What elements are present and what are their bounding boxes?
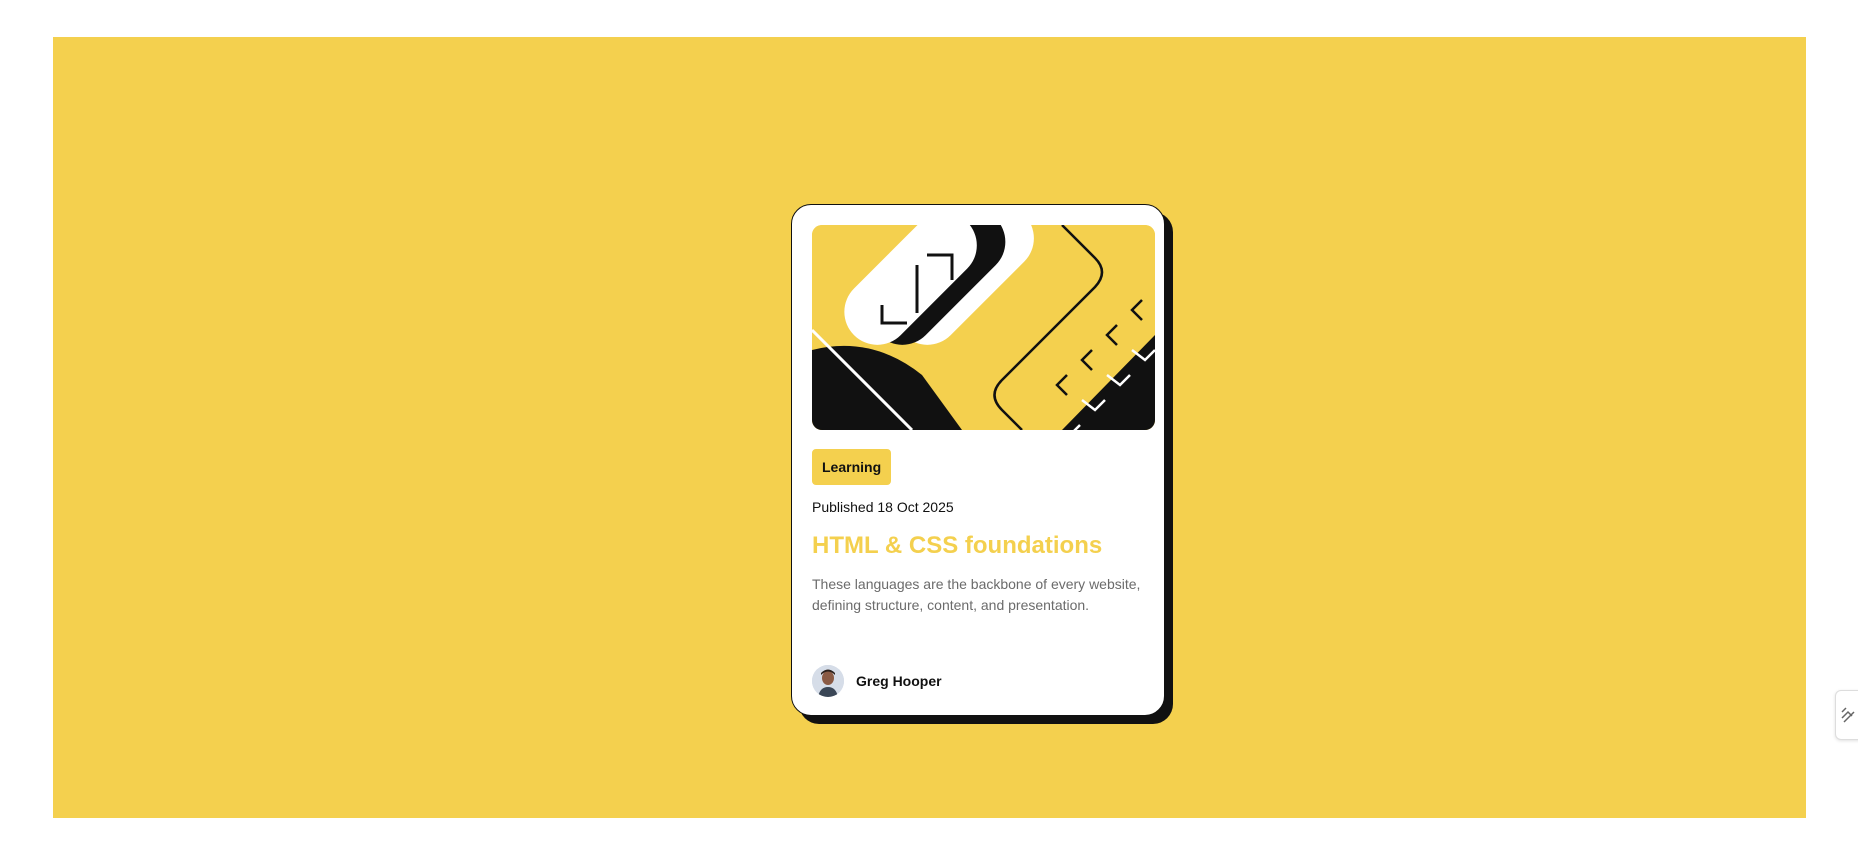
- category-tag[interactable]: Learning: [812, 449, 892, 485]
- page-background: Learning Published 18 Oct 2025 HTML & CS…: [53, 37, 1806, 818]
- author[interactable]: Greg Hooper: [812, 665, 942, 697]
- published-date: Published 18 Oct 2025: [812, 499, 954, 515]
- side-panel-handle[interactable]: [1835, 690, 1858, 740]
- card-illustration: [812, 225, 1155, 430]
- card-title[interactable]: HTML & CSS foundations: [812, 530, 1102, 562]
- card-description: These languages are the backbone of ever…: [812, 576, 1141, 613]
- expand-handle-icon: [1841, 707, 1855, 723]
- blog-preview-card[interactable]: Learning Published 18 Oct 2025 HTML & CS…: [791, 204, 1165, 716]
- author-name: Greg Hooper: [856, 673, 942, 689]
- avatar: [812, 665, 844, 697]
